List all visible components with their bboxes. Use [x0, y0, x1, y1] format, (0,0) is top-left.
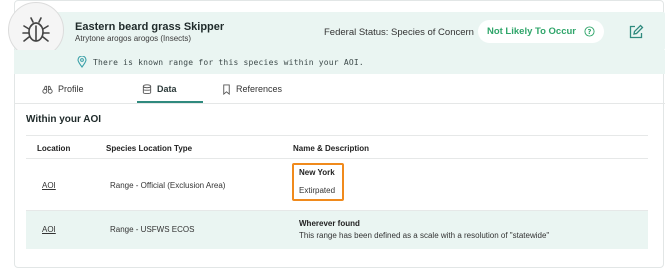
column-header-name-description: Name & Description [293, 144, 370, 153]
tab-data[interactable]: Data [142, 74, 177, 104]
species-common-name: Eastern beard grass Skipper [75, 21, 225, 33]
tab-profile[interactable]: Profile [42, 74, 84, 104]
tab-references-label: References [236, 84, 283, 94]
active-tab-indicator [137, 101, 203, 103]
tab-profile-label: Profile [58, 84, 84, 94]
determination-label: Not Likely To Occur [486, 26, 577, 37]
help-icon[interactable]: ? [584, 26, 595, 37]
location-type: Range - Official (Exclusion Area) [110, 181, 226, 190]
range-notice-text: There is known range for this species wi… [93, 57, 364, 67]
location-pin-icon [77, 56, 87, 68]
tab-divider [14, 103, 665, 104]
aoi-link[interactable]: AOI [42, 225, 56, 234]
edit-button[interactable] [627, 23, 645, 41]
table-header: Location Species Location Type Name & De… [26, 135, 648, 159]
location-name: Wherever found [299, 219, 360, 228]
svg-text:?: ? [588, 28, 592, 36]
determination-badge[interactable]: Not Likely To Occur ? [478, 20, 604, 43]
section-title: Within your AOI [26, 114, 102, 125]
species-scientific-name: Atrytone arogos arogos (Insects) [75, 34, 192, 43]
location-name: New York [299, 168, 335, 177]
tab-bar: Profile Data References [14, 74, 665, 104]
column-header-type: Species Location Type [106, 144, 193, 153]
database-icon [142, 83, 152, 94]
tab-data-label: Data [157, 84, 177, 94]
aoi-link[interactable]: AOI [42, 181, 56, 190]
table-row: AOI Range - USFWS ECOS Wherever found Th… [26, 211, 648, 249]
table-row: AOI Range - Official (Exclusion Area) Ne… [26, 159, 648, 211]
tab-references[interactable]: References [222, 74, 282, 104]
location-type: Range - USFWS ECOS [110, 225, 195, 234]
bookmark-icon [223, 83, 230, 95]
location-description: This range has been defined as a scale w… [299, 231, 550, 240]
range-notice: There is known range for this species wi… [14, 50, 665, 74]
location-description: Extirpated [299, 186, 336, 195]
binoculars-icon [42, 85, 53, 94]
column-header-location: Location [37, 144, 71, 153]
location-table: Location Species Location Type Name & De… [26, 135, 648, 249]
edit-icon [629, 24, 644, 39]
bug-icon [22, 17, 50, 42]
federal-status: Federal Status: Species of Concern [324, 27, 474, 38]
